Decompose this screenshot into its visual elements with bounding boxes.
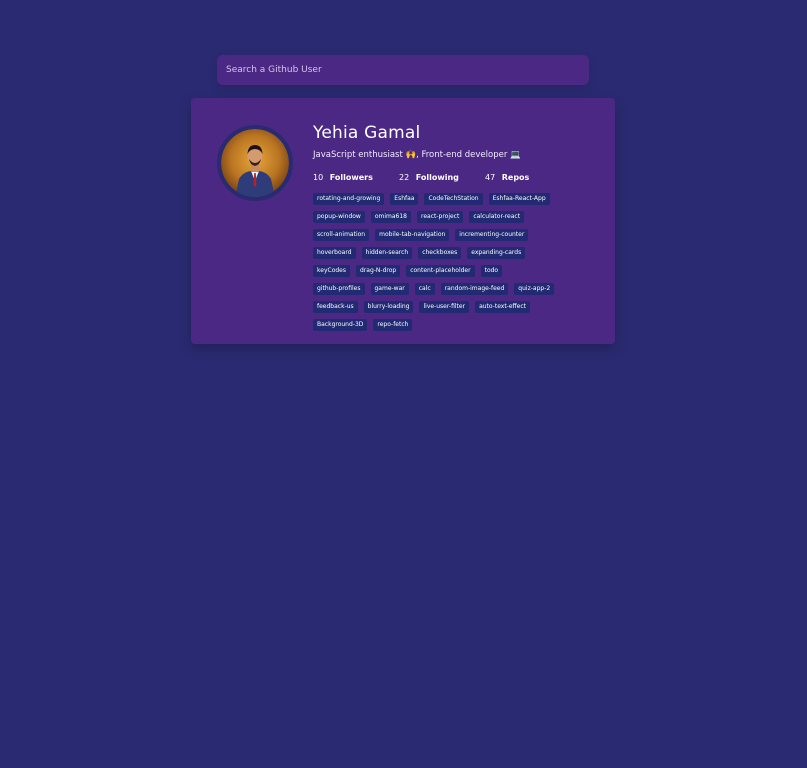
repo-list: rotating-and-growing Eshfaa CodeTechStatio…: [313, 193, 563, 337]
user-info: Yehia Gamal JavaScript enthusiast 🙌, Fro…: [313, 122, 603, 337]
repo-link[interactable]: feedback-us: [313, 301, 358, 313]
repo-link[interactable]: live-user-filter: [419, 301, 470, 313]
search-form: [217, 55, 589, 85]
repo-link[interactable]: calc: [414, 283, 435, 295]
avatar-image: [221, 129, 289, 197]
repo-link[interactable]: repo-fetch: [373, 319, 413, 331]
repo-link[interactable]: CodeTechStation: [424, 193, 483, 205]
user-name: Yehia Gamal: [313, 123, 421, 143]
repo-link[interactable]: blurry-loading: [363, 301, 414, 313]
repo-link[interactable]: hidden-search: [361, 247, 413, 259]
repo-link[interactable]: Eshfaa: [390, 193, 419, 205]
search-input[interactable]: [217, 55, 589, 85]
repo-link[interactable]: todo: [480, 265, 503, 277]
repo-link[interactable]: popup-window: [313, 211, 365, 223]
repo-link[interactable]: scroll-animation: [313, 229, 370, 241]
repo-link[interactable]: drag-N-drop: [356, 265, 401, 277]
repo-link[interactable]: quiz-app-2: [514, 283, 555, 295]
repo-link[interactable]: Eshfaa-React-App: [488, 193, 550, 205]
stat-followers: 10 Followers: [313, 172, 399, 184]
user-bio: JavaScript enthusiast 🙌, Front-end devel…: [313, 150, 521, 160]
stat-label: Followers: [329, 173, 373, 182]
stat-label: Repos: [501, 173, 530, 182]
repo-link[interactable]: calculator-react: [469, 211, 525, 223]
repo-link[interactable]: github-profiles: [313, 283, 365, 295]
repo-link[interactable]: random-image-feed: [440, 283, 509, 295]
repo-link[interactable]: mobile-tab-navigation: [375, 229, 450, 241]
repo-link[interactable]: auto-text-effect: [475, 301, 531, 313]
repo-link[interactable]: rotating-and-growing: [313, 193, 385, 205]
stats-list: 10 Followers 22 Following 47 Repos: [313, 172, 603, 184]
stat-following: 22 Following: [399, 172, 485, 184]
profile-card: Yehia Gamal JavaScript enthusiast 🙌, Fro…: [191, 98, 615, 344]
repo-link[interactable]: keyCodes: [313, 265, 350, 277]
page: Yehia Gamal JavaScript enthusiast 🙌, Fro…: [0, 0, 807, 768]
repo-link[interactable]: content-placeholder: [406, 265, 475, 277]
repo-link[interactable]: checkboxes: [418, 247, 462, 259]
stat-value: 10: [313, 173, 324, 182]
repo-link[interactable]: omima618: [370, 211, 411, 223]
avatar: [217, 125, 293, 201]
repo-link[interactable]: hoverboard: [313, 247, 356, 259]
repo-link[interactable]: incrementing-counter: [455, 229, 529, 241]
repo-link[interactable]: Background-3D: [313, 319, 368, 331]
stat-repos: 47 Repos: [485, 172, 571, 184]
stat-value: 22: [399, 173, 410, 182]
stat-label: Following: [415, 173, 459, 182]
repo-link[interactable]: game-war: [370, 283, 409, 295]
stat-value: 47: [485, 173, 496, 182]
repo-link[interactable]: react-project: [416, 211, 464, 223]
repo-link[interactable]: expanding-cards: [467, 247, 526, 259]
